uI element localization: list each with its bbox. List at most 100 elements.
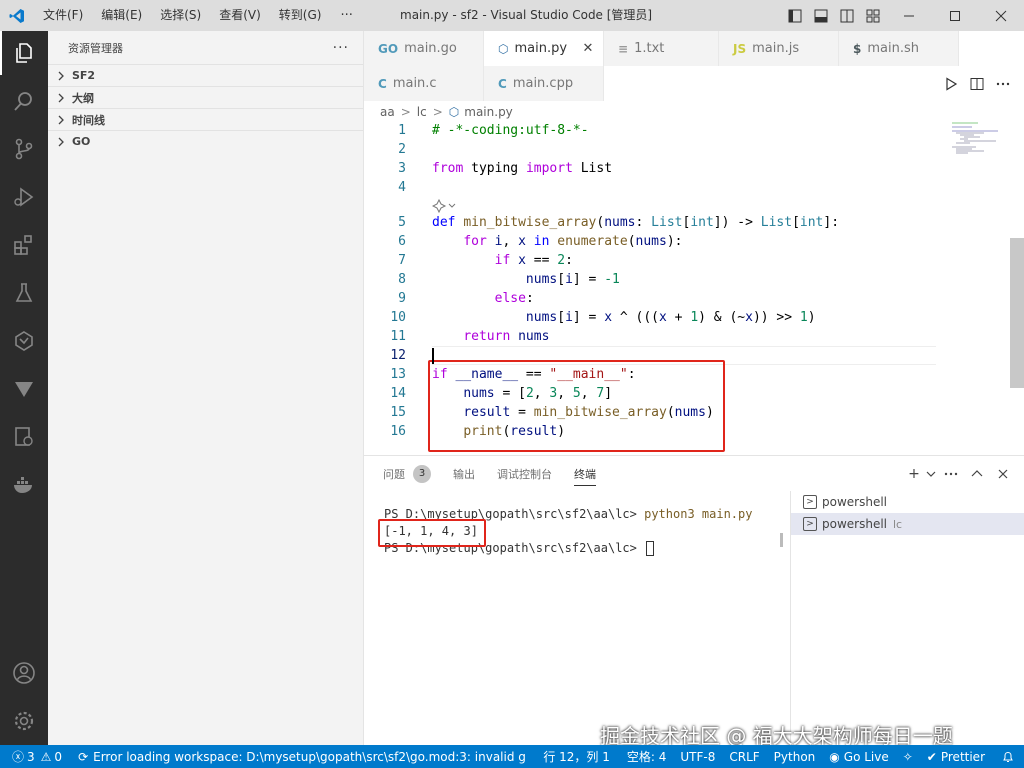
- copilot-status-icon[interactable]: ✧: [896, 745, 920, 768]
- toggle-sidebar-icon[interactable]: [782, 0, 808, 31]
- end-of-line[interactable]: CRLF: [722, 745, 766, 768]
- section-go[interactable]: GO: [48, 130, 363, 152]
- tab-main-sh[interactable]: $ main.sh: [839, 31, 959, 66]
- close-window-button[interactable]: [978, 0, 1024, 31]
- code-token: (: [627, 234, 636, 249]
- tab-main-js[interactable]: JS main.js: [719, 31, 839, 66]
- more-actions-icon[interactable]: [990, 71, 1016, 97]
- status-message: Error loading workspace: D:\mysetup\gopa…: [93, 749, 526, 764]
- run-debug-icon[interactable]: [0, 175, 48, 219]
- run-python-file-icon[interactable]: [938, 71, 964, 97]
- code-line: 16 print(result): [364, 422, 964, 441]
- remote-explorer-icon[interactable]: [0, 415, 48, 459]
- split-editor-icon[interactable]: [964, 71, 990, 97]
- minimize-button[interactable]: [886, 0, 932, 31]
- more-actions-icon[interactable]: [938, 461, 964, 487]
- terminal[interactable]: PS D:\mysetup\gopath\src\sf2\aa\lc> pyth…: [364, 491, 790, 746]
- code-editor[interactable]: 1 # -*-coding:utf-8-*- 2 3 from typing impor…: [364, 121, 1024, 453]
- vue-icon[interactable]: [0, 367, 48, 411]
- menu-edit[interactable]: 编辑(E): [92, 0, 151, 31]
- search-icon[interactable]: [0, 79, 48, 123]
- code-token: x: [659, 310, 667, 325]
- terminal-scrollbar[interactable]: [780, 533, 783, 547]
- bottom-panel: 问题 3 输出 调试控制台 终端 + PS D:\mysetup\gopath\s…: [364, 455, 1024, 746]
- explorer-icon[interactable]: [0, 31, 48, 75]
- tab-main-cpp[interactable]: Cmain.cpp: [484, 66, 604, 101]
- code-line: 1 # -*-coding:utf-8-*-: [364, 121, 964, 140]
- code-token: x: [518, 234, 526, 249]
- menu-go[interactable]: 转到(G): [270, 0, 331, 31]
- code-token: else: [494, 291, 526, 306]
- indentation[interactable]: 空格: 4: [620, 745, 674, 768]
- close-tab-icon[interactable]: ✕: [581, 41, 595, 56]
- tab-debug-console[interactable]: 调试控制台: [497, 456, 552, 491]
- testing-icon[interactable]: [0, 271, 48, 315]
- line-number: 15: [390, 405, 406, 420]
- section-sf2[interactable]: SF2: [48, 64, 363, 86]
- tab-1-txt[interactable]: ≡ 1.txt: [604, 31, 719, 66]
- section-outline[interactable]: 大纲: [48, 86, 363, 108]
- customize-layout-icon[interactable]: [860, 0, 886, 31]
- double-check-icon: ✔: [926, 749, 937, 764]
- source-control-icon[interactable]: [0, 127, 48, 171]
- cursor-position[interactable]: 行 12，列 1: [533, 745, 620, 768]
- sidebar-more-button[interactable]: ···: [333, 40, 349, 56]
- editor-scrollbar[interactable]: [1010, 238, 1024, 388]
- docker-icon[interactable]: [0, 463, 48, 507]
- code-token: if: [432, 367, 448, 382]
- tab-terminal[interactable]: 终端: [574, 456, 596, 491]
- tab-main-py[interactable]: ⬡ main.py ✕: [484, 31, 604, 66]
- go-live-button[interactable]: ◉ Go Live: [822, 745, 895, 768]
- copilot-sparkle-icon[interactable]: [432, 197, 458, 214]
- encoding[interactable]: UTF-8: [673, 745, 722, 768]
- editor-actions: [938, 66, 1024, 101]
- toggle-panel-icon[interactable]: [808, 0, 834, 31]
- code-token: [: [557, 272, 566, 287]
- breadcrumb-item[interactable]: lc: [417, 105, 427, 119]
- toggle-secondary-sidebar-icon[interactable]: [834, 0, 860, 31]
- chevron-down-icon[interactable]: [924, 461, 938, 487]
- breadcrumb-item[interactable]: main.py: [464, 105, 513, 119]
- account-icon[interactable]: [0, 651, 48, 695]
- editor-tabs-row-2: Cmain.c Cmain.cpp: [364, 66, 604, 101]
- tab-output[interactable]: 输出: [453, 456, 475, 491]
- terminal-item[interactable]: > powershell lc: [791, 513, 1024, 535]
- maximize-button[interactable]: [932, 0, 978, 31]
- tab-main-c[interactable]: Cmain.c: [364, 66, 484, 101]
- breadcrumb-item[interactable]: aa: [380, 105, 395, 119]
- code-token: ): [807, 310, 816, 325]
- tab-problems[interactable]: 问题 3: [383, 456, 431, 491]
- maximize-panel-chevron-up-icon[interactable]: [964, 461, 990, 487]
- workspace-error-status[interactable]: ⟳ Error loading workspace: D:\mysetup\gop…: [68, 745, 532, 768]
- menu-file[interactable]: 文件(F): [34, 0, 92, 31]
- terminal-item-label: powershell: [822, 517, 887, 531]
- notifications-bell-icon[interactable]: [992, 745, 1024, 768]
- menu-more-button[interactable]: ···: [330, 8, 362, 23]
- line-number: 7: [398, 253, 406, 268]
- code-token: nums: [525, 310, 558, 325]
- menu-view[interactable]: 查看(V): [210, 0, 270, 31]
- code-token: i: [565, 310, 573, 325]
- copilot-icon[interactable]: [0, 319, 48, 363]
- breadcrumb-separator-icon: >: [400, 105, 411, 119]
- terminal-item[interactable]: > powershell: [791, 491, 1024, 513]
- close-panel-icon[interactable]: [990, 461, 1016, 487]
- new-terminal-plus-icon[interactable]: +: [904, 461, 924, 487]
- language-mode[interactable]: Python: [767, 745, 823, 768]
- extensions-icon[interactable]: [0, 223, 48, 267]
- section-timeline[interactable]: 时间线: [48, 108, 363, 130]
- manage-gear-icon[interactable]: [0, 699, 48, 743]
- problems-status[interactable]: ⓧ 3 ⚠ 0: [0, 745, 68, 768]
- menu-selection[interactable]: 选择(S): [151, 0, 210, 31]
- tab-main-go[interactable]: GO main.go: [364, 31, 484, 66]
- code-token: ]:: [823, 215, 840, 230]
- code-line: 2: [364, 140, 964, 159]
- code-token: from: [432, 161, 464, 176]
- code-token: i: [565, 272, 573, 287]
- prettier-button[interactable]: ✔ Prettier: [920, 745, 992, 768]
- terminal-list: > powershell > powershell lc: [790, 491, 1024, 746]
